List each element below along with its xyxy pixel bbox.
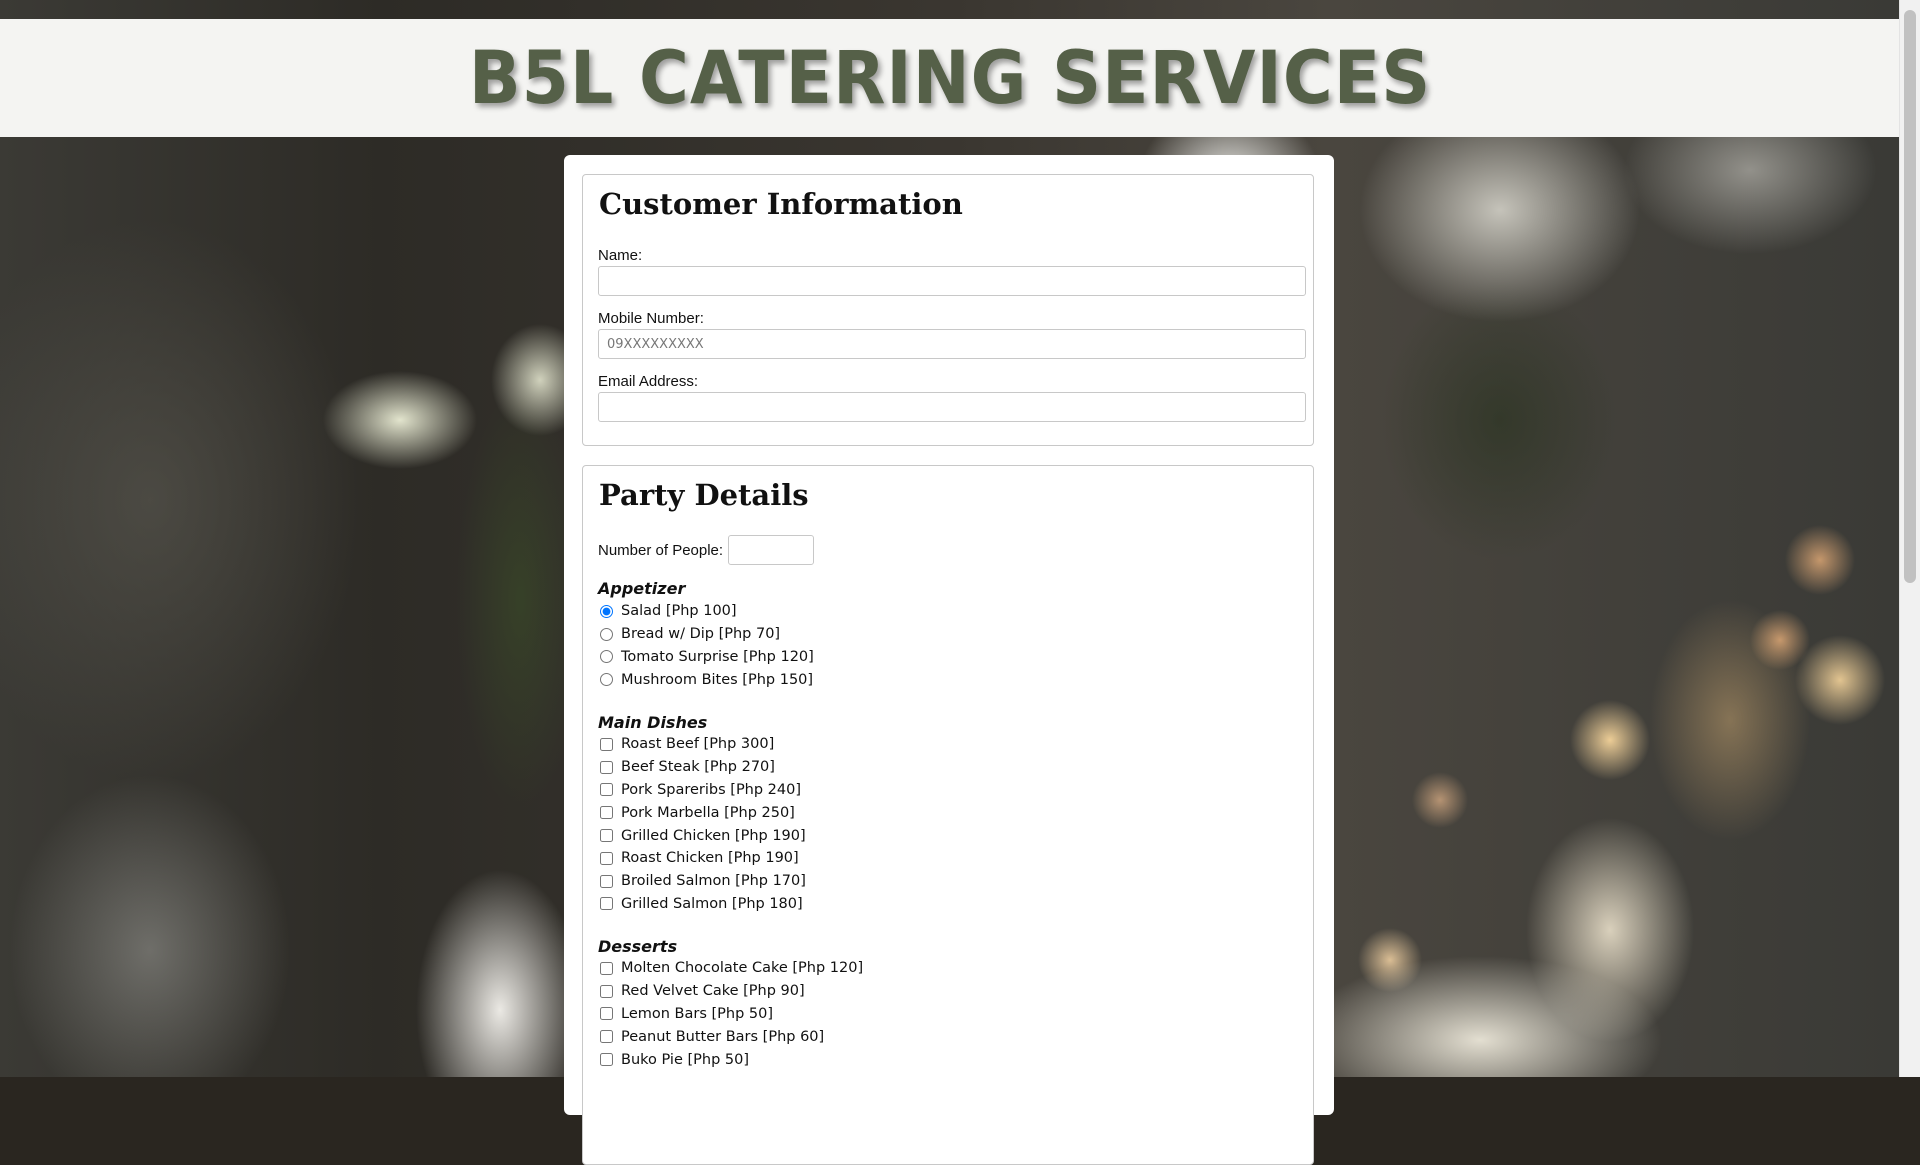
main-dish-option[interactable]: Grilled Chicken [Php 190] (600, 824, 806, 847)
dessert-option[interactable]: Peanut Butter Bars [Php 60] (600, 1025, 863, 1048)
main-dish-option[interactable]: Pork Marbella [Php 250] (600, 801, 806, 824)
appetizer-radio[interactable] (600, 604, 613, 618)
appetizer-option-label: Tomato Surprise [Php 120] (621, 648, 814, 665)
dessert-option-label: Buko Pie [Php 50] (621, 1051, 749, 1068)
page-scrollbar[interactable] (1899, 0, 1920, 1077)
main-dish-checkbox[interactable] (600, 897, 613, 911)
appetizer-radio[interactable] (600, 627, 613, 641)
dessert-checkbox[interactable] (600, 984, 613, 998)
main-dish-option[interactable]: Roast Chicken [Php 190] (600, 847, 806, 870)
appetizer-option-label: Salad [Php 100] (621, 603, 737, 620)
main-dishes-heading: Main Dishes (598, 713, 708, 732)
appetizer-radio[interactable] (600, 650, 613, 664)
main-dish-option-label: Pork Spareribs [Php 240] (621, 781, 802, 798)
appetizer-option[interactable]: Tomato Surprise [Php 120] (600, 646, 814, 669)
site-header: B5L CATERING SERVICES (0, 19, 1900, 137)
dessert-checkbox[interactable] (600, 1030, 613, 1044)
email-address-label: Email Address: (598, 373, 699, 390)
main-dish-checkbox[interactable] (600, 737, 613, 751)
number-of-people-label: Number of People: (598, 541, 724, 559)
appetizer-options: Salad [Php 100] Bread w/ Dip [Php 70] To… (600, 600, 814, 691)
dessert-option[interactable]: Lemon Bars [Php 50] (600, 1003, 863, 1026)
name-label: Name: (598, 247, 643, 264)
desserts-heading: Desserts (598, 937, 678, 956)
main-dish-checkbox[interactable] (600, 829, 613, 843)
dessert-option[interactable]: Molten Chocolate Cake [Php 120] (600, 957, 863, 980)
number-of-people-field[interactable] (728, 535, 815, 565)
mobile-number-field[interactable] (598, 329, 1306, 359)
dessert-option[interactable]: Buko Pie [Php 50] (600, 1048, 863, 1071)
appetizer-option[interactable]: Bread w/ Dip [Php 70] (600, 623, 814, 646)
dessert-option-label: Peanut Butter Bars [Php 60] (621, 1028, 825, 1045)
main-dish-option-label: Grilled Salmon [Php 180] (621, 895, 803, 912)
main-dish-option-label: Grilled Chicken [Php 190] (621, 827, 806, 844)
appetizer-heading: Appetizer (598, 579, 686, 598)
main-dish-option-label: Roast Beef [Php 300] (621, 736, 775, 753)
main-dish-checkbox[interactable] (600, 783, 613, 797)
main-dish-option-label: Roast Chicken [Php 190] (621, 850, 799, 867)
section-title: Customer Information (599, 187, 963, 221)
dessert-checkbox[interactable] (600, 1007, 613, 1021)
main-dish-option-label: Broiled Salmon [Php 170] (621, 873, 806, 890)
main-dish-option[interactable]: Pork Spareribs [Php 240] (600, 779, 806, 802)
section-title: Party Details (599, 478, 809, 512)
desserts-options: Molten Chocolate Cake [Php 120] Red Velv… (600, 957, 863, 1071)
site-title: B5L CATERING SERVICES (468, 35, 1432, 121)
main-dish-checkbox[interactable] (600, 874, 613, 888)
dessert-option-label: Lemon Bars [Php 50] (621, 1005, 774, 1022)
dessert-checkbox[interactable] (600, 1053, 613, 1067)
appetizer-option[interactable]: Salad [Php 100] (600, 600, 814, 623)
main-dish-option[interactable]: Broiled Salmon [Php 170] (600, 870, 806, 893)
main-dish-option-label: Pork Marbella [Php 250] (621, 804, 795, 821)
scrollbar-thumb[interactable] (1904, 10, 1916, 583)
main-dish-option-label: Beef Steak [Php 270] (621, 759, 775, 776)
mobile-number-label: Mobile Number: (598, 310, 704, 327)
order-form-panel: Customer Information Name: Mobile Number… (564, 155, 1334, 1165)
email-address-field[interactable] (598, 392, 1306, 422)
main-dish-checkbox[interactable] (600, 806, 613, 820)
main-dishes-options: Roast Beef [Php 300] Beef Steak [Php 270… (600, 733, 806, 915)
appetizer-radio[interactable] (600, 673, 613, 687)
main-dish-checkbox[interactable] (600, 760, 613, 774)
dessert-option-label: Molten Chocolate Cake [Php 120] (621, 960, 864, 977)
main-dish-option[interactable]: Grilled Salmon [Php 180] (600, 893, 806, 916)
dessert-checkbox[interactable] (600, 961, 613, 975)
customer-information-section: Customer Information Name: Mobile Number… (582, 174, 1314, 446)
dessert-option[interactable]: Red Velvet Cake [Php 90] (600, 980, 863, 1003)
main-dish-option[interactable]: Beef Steak [Php 270] (600, 756, 806, 779)
dessert-option-label: Red Velvet Cake [Php 90] (621, 983, 805, 1000)
name-field[interactable] (598, 266, 1306, 296)
main-dish-checkbox[interactable] (600, 851, 613, 865)
number-of-people-row: Number of People: (598, 535, 815, 565)
appetizer-option-label: Bread w/ Dip [Php 70] (621, 626, 781, 643)
appetizer-option[interactable]: Mushroom Bites [Php 150] (600, 668, 814, 691)
party-details-section: Party Details Number of People: Appetize… (582, 465, 1314, 1165)
appetizer-option-label: Mushroom Bites [Php 150] (621, 671, 814, 688)
main-dish-option[interactable]: Roast Beef [Php 300] (600, 733, 806, 756)
